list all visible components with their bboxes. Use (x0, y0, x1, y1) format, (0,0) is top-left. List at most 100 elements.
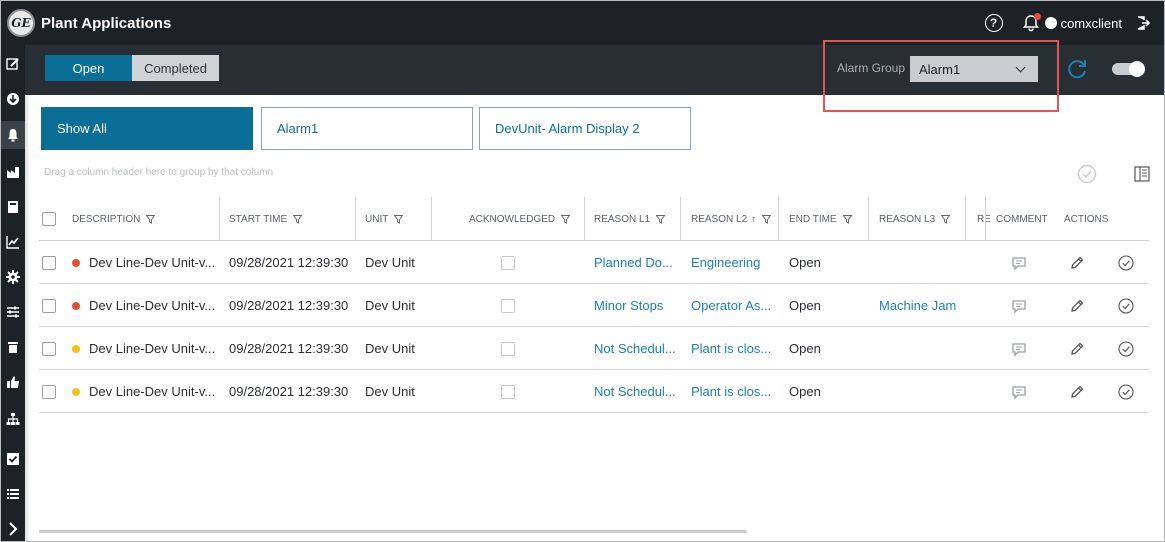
horizontal-scrollbar[interactable] (39, 530, 747, 533)
acknowledge-check-icon[interactable] (1118, 327, 1134, 370)
reason-l3-link[interactable]: Machine Jam (879, 284, 956, 327)
expand-nav-chevron-icon[interactable] (4, 520, 22, 538)
edit-pencil-icon[interactable] (1069, 241, 1085, 284)
tab-completed[interactable]: Completed (132, 55, 219, 81)
hierarchy-icon[interactable] (4, 410, 22, 428)
filter-devunit-alarm-display-2[interactable]: DevUnit- Alarm Display 2 (479, 107, 691, 150)
col-start-time[interactable]: START TIME (229, 197, 303, 241)
description-cell: Dev Line-Dev Unit-v... (72, 327, 215, 370)
reason-l1-link[interactable]: Planned Do... (594, 241, 673, 284)
row-checkbox[interactable] (42, 284, 56, 327)
col-end-time[interactable]: END TIME (789, 197, 852, 241)
reason-l2-link[interactable]: Plant is clos... (691, 327, 771, 370)
refresh-icon[interactable] (1065, 57, 1089, 81)
comment-icon[interactable] (1011, 370, 1027, 413)
app-title: Plant Applications (41, 14, 172, 32)
filter-icon[interactable] (941, 214, 951, 224)
end-time-cell: Open (789, 255, 821, 270)
description-cell: Dev Line-Dev Unit-v... (72, 370, 215, 413)
toggle-switch[interactable] (1112, 61, 1145, 77)
gear-icon[interactable] (4, 268, 22, 286)
reason-l1-link[interactable]: Minor Stops (594, 284, 663, 327)
factory-icon[interactable] (4, 163, 22, 181)
edit-icon[interactable] (4, 55, 22, 73)
end-time-cell: Open (789, 341, 821, 356)
tab-open[interactable]: Open (45, 55, 132, 81)
unit-cell: Dev Unit (365, 384, 415, 399)
col-unit[interactable]: UNIT (365, 197, 404, 241)
col-unit-label: UNIT (365, 213, 389, 225)
acknowledged-checkbox[interactable] (501, 241, 515, 284)
start-time-cell: 09/28/2021 12:39:30 (229, 384, 349, 399)
logout-icon[interactable] (1136, 16, 1150, 30)
edit-pencil-icon[interactable] (1069, 284, 1085, 327)
filter-icon[interactable] (561, 214, 571, 224)
col-reason-l4[interactable]: RE (977, 197, 991, 241)
reason-l1-link[interactable]: Not Schedul... (594, 370, 676, 413)
group-by-drop-hint: Drag a column header here to group by th… (44, 167, 274, 178)
book-icon[interactable] (4, 198, 22, 216)
edit-pencil-icon[interactable] (1069, 370, 1085, 413)
top-bar: GE Plant Applications ? comxclient (1, 1, 1164, 45)
edit-pencil-icon[interactable] (1069, 327, 1085, 370)
filter-icon[interactable] (146, 214, 156, 224)
acknowledged-checkbox[interactable] (501, 327, 515, 370)
row-checkbox[interactable] (42, 327, 56, 370)
col-reason-l3-label: REASON L3 (879, 213, 936, 225)
col-acknowledged[interactable]: ACKNOWLEDGED (469, 197, 571, 241)
toolbar: Open Completed Alarm Group Alarm1 (25, 40, 1164, 112)
list-icon[interactable] (4, 485, 22, 503)
start-time-cell: 09/28/2021 12:39:30 (229, 255, 349, 270)
reason-l2-link[interactable]: Operator As... (691, 284, 771, 327)
filter-alarm1[interactable]: Alarm1 (261, 107, 473, 150)
description-text: Dev Line-Dev Unit-v... (89, 341, 216, 356)
notifications-bell-icon[interactable] (1021, 13, 1041, 33)
acknowledged-checkbox[interactable] (501, 370, 515, 413)
filter-icon[interactable] (394, 214, 404, 224)
col-reason-l2[interactable]: REASON L2 ↑ (691, 197, 772, 241)
column-chooser-icon[interactable] (1134, 166, 1150, 182)
col-reason-l3[interactable]: REASON L3 (879, 197, 951, 241)
col-acknowledged-label: ACKNOWLEDGED (469, 213, 556, 225)
filter-icon[interactable] (762, 214, 772, 224)
table-row[interactable]: Dev Line-Dev Unit-v... 09/28/2021 12:39:… (39, 284, 1149, 327)
comment-icon[interactable] (1011, 284, 1027, 327)
table-row[interactable]: Dev Line-Dev Unit-v... 09/28/2021 12:39:… (39, 241, 1149, 284)
reason-l2-link[interactable]: Engineering (691, 241, 760, 284)
description-cell: Dev Line-Dev Unit-v... (72, 284, 215, 327)
filter-icon[interactable] (656, 214, 666, 224)
acknowledge-check-icon[interactable] (1118, 370, 1134, 413)
acknowledged-checkbox[interactable] (501, 284, 515, 327)
row-checkbox[interactable] (42, 241, 56, 284)
row-checkbox[interactable] (42, 370, 56, 413)
reason-l2-link[interactable]: Plant is clos... (691, 370, 771, 413)
filter-icon[interactable] (842, 214, 852, 224)
help-icon[interactable]: ? (984, 14, 1003, 32)
download-icon[interactable] (4, 90, 22, 108)
table-row[interactable]: Dev Line-Dev Unit-v... 09/28/2021 12:39:… (39, 370, 1149, 413)
table-row[interactable]: Dev Line-Dev Unit-v... 09/28/2021 12:39:… (39, 327, 1149, 370)
sliders-icon[interactable] (4, 303, 22, 321)
logo-text: GE (11, 16, 31, 30)
comment-icon[interactable] (1011, 241, 1027, 284)
reason-l1-link[interactable]: Not Schedul... (594, 327, 676, 370)
col-reason-l1[interactable]: REASON L1 (594, 197, 666, 241)
username[interactable]: comxclient (1061, 16, 1122, 31)
checkbox-icon[interactable] (4, 450, 22, 468)
description-cell: Dev Line-Dev Unit-v... (72, 241, 215, 284)
acknowledge-check-icon[interactable] (1118, 284, 1134, 327)
filter-icon[interactable] (293, 214, 303, 224)
acknowledge-all-check-icon[interactable] (1077, 164, 1097, 184)
acknowledge-check-icon[interactable] (1118, 241, 1134, 284)
thumbs-up-icon[interactable] (4, 373, 22, 391)
line-chart-icon[interactable] (4, 233, 22, 251)
select-all-checkbox[interactable] (42, 197, 56, 241)
severity-dot (72, 387, 80, 396)
col-actions: ACTIONS (1064, 213, 1109, 225)
alarm-bell-icon[interactable] (1, 121, 25, 149)
comment-icon[interactable] (1011, 327, 1027, 370)
trash-icon[interactable] (4, 338, 22, 356)
col-description[interactable]: DESCRIPTION (72, 197, 156, 241)
filter-show-all[interactable]: Show All (41, 107, 253, 150)
col-description-label: DESCRIPTION (72, 213, 141, 225)
